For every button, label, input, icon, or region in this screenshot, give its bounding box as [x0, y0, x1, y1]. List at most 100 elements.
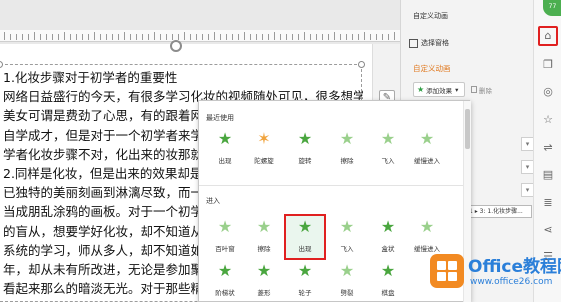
add-effect-button[interactable]: ★ 添加效果 ▾	[413, 82, 465, 97]
ruler-tick	[190, 34, 191, 40]
effect-item-row3-1[interactable]: ★ 菱形	[244, 259, 284, 302]
sliders-icon[interactable]: ⇌	[541, 141, 555, 155]
ruler-tick	[298, 34, 299, 40]
ruler-tick	[280, 34, 281, 40]
animation-star-icon: ★	[339, 261, 355, 280]
ruler-tick	[172, 34, 173, 40]
select-pane-button[interactable]: 选择窗格	[409, 36, 449, 50]
animation-star-icon: ★	[339, 129, 355, 148]
effect-item-row3-3[interactable]: ★ 劈裂	[327, 259, 367, 302]
effect-item-enter-0[interactable]: ★ 百叶窗	[205, 215, 245, 259]
ruler-tick	[376, 34, 377, 40]
effect-item-enter-4[interactable]: ★ 盒状	[368, 215, 408, 259]
star-icon[interactable]: ☆	[541, 113, 555, 127]
effect-label: 缓慢进入	[414, 157, 440, 165]
ruler-tick	[250, 34, 251, 40]
ruler-tick	[208, 34, 209, 40]
ruler-tick	[88, 34, 89, 40]
ruler-tick	[154, 32, 155, 40]
effect-item-row3-0[interactable]: ★ 阶梯状	[205, 259, 245, 302]
ruler-tick	[58, 34, 59, 40]
enter-section-label: 进入	[206, 197, 220, 205]
effect-item-enter-2[interactable]: ★ 出现	[285, 215, 325, 259]
recent-section-label: 最近使用	[206, 114, 234, 122]
effect-item-recent-4[interactable]: ★ 飞入	[368, 127, 408, 171]
animation-star-icon: ★	[256, 261, 272, 280]
effect-item-row3-2[interactable]: ★ 轮子	[285, 259, 325, 302]
effect-label: 出现	[298, 245, 312, 253]
horizontal-ruler[interactable]	[0, 30, 400, 42]
effect-item-recent-0[interactable]: ★ 出现	[205, 127, 245, 171]
ruler-tick	[112, 34, 113, 40]
copy-icon[interactable]: ❐	[541, 58, 555, 72]
ruler-tick	[340, 34, 341, 40]
ruler-tick	[178, 34, 179, 40]
effect-item-enter-3[interactable]: ★ 飞入	[327, 215, 367, 259]
resize-handle-top-right[interactable]	[358, 61, 365, 68]
select-pane-icon	[409, 38, 418, 48]
ruler-tick	[184, 32, 185, 40]
effect-item-recent-5[interactable]: ★ 缓慢进入	[407, 127, 447, 171]
database-icon[interactable]: ≣	[541, 196, 555, 210]
ruler-tick	[364, 32, 365, 40]
ruler-tick	[4, 32, 5, 40]
ruler-tick	[244, 32, 245, 40]
trash-icon	[471, 86, 477, 93]
modify-speed-select[interactable]: ▾	[521, 183, 533, 197]
ruler-tick	[76, 34, 77, 40]
document-icon[interactable]: ▤	[541, 168, 555, 182]
ruler-tick	[142, 34, 143, 40]
ruler-tick	[202, 34, 203, 40]
modify-start-select[interactable]: ▾	[521, 137, 533, 151]
animation-star-icon: ★	[217, 129, 233, 148]
ruler-tick	[166, 34, 167, 40]
update-badge[interactable]: 77	[543, 0, 561, 16]
shapes-icon[interactable]: ◎	[541, 85, 555, 99]
effect-item-recent-1[interactable]: ✶ 陀螺旋	[244, 127, 284, 171]
effect-item-recent-3[interactable]: ★ 擦除	[327, 127, 367, 171]
scrollbar-thumb[interactable]	[465, 109, 470, 149]
effect-label: 飞入	[381, 157, 395, 165]
ruler-tick	[268, 34, 269, 40]
animation-star-icon: ★	[297, 217, 313, 236]
resize-handle-top-left[interactable]	[0, 61, 3, 68]
ruler-tick	[196, 34, 197, 40]
home-icon[interactable]: ⌂	[541, 29, 555, 43]
ruler-tick	[100, 34, 101, 40]
animation-star-icon: ★	[380, 217, 396, 236]
animation-list-item[interactable]: 1 ▸ 3: 1.化妆步骤...	[466, 205, 532, 218]
delete-button[interactable]: 删除	[471, 82, 507, 97]
chevron-down-icon: ▾	[455, 85, 459, 94]
animation-star-icon: ★	[217, 217, 233, 236]
animation-star-icon: ★	[380, 261, 396, 280]
ruler-tick	[274, 32, 275, 40]
ruler-tick	[10, 34, 11, 40]
ruler-tick	[256, 34, 257, 40]
section-divider	[199, 185, 471, 186]
effect-item-enter-1[interactable]: ★ 擦除	[244, 215, 284, 259]
ruler-tick	[220, 34, 221, 40]
share-icon[interactable]: ⋖	[541, 223, 555, 237]
ruler-tick	[334, 32, 335, 40]
pane-title: 自定义动画	[413, 12, 448, 20]
animation-star-icon: ★	[217, 261, 233, 280]
effect-label: 阶梯状	[215, 289, 235, 297]
effect-label: 菱形	[257, 289, 271, 297]
ruler-tick	[226, 34, 227, 40]
ruler-tick	[370, 34, 371, 40]
modify-property-select[interactable]: ▾	[521, 160, 533, 174]
ruler-tick	[394, 32, 395, 40]
effect-item-recent-2[interactable]: ★ 旋转	[285, 127, 325, 171]
ruler-tick	[148, 34, 149, 40]
rotate-handle[interactable]	[170, 40, 182, 52]
effect-item-row3-4[interactable]: ★ 棋盘	[368, 259, 408, 302]
ruler-tick	[262, 34, 263, 40]
ruler-tick	[382, 34, 383, 40]
ruler-tick	[292, 34, 293, 40]
text-line: 1.化妆步骤对于初学者的重要性	[3, 70, 178, 85]
ruler-tick	[388, 34, 389, 40]
animation-star-icon: ★	[256, 217, 272, 236]
animation-star-icon: ★	[297, 261, 313, 280]
ruler-tick	[70, 34, 71, 40]
ruler-tick	[352, 34, 353, 40]
